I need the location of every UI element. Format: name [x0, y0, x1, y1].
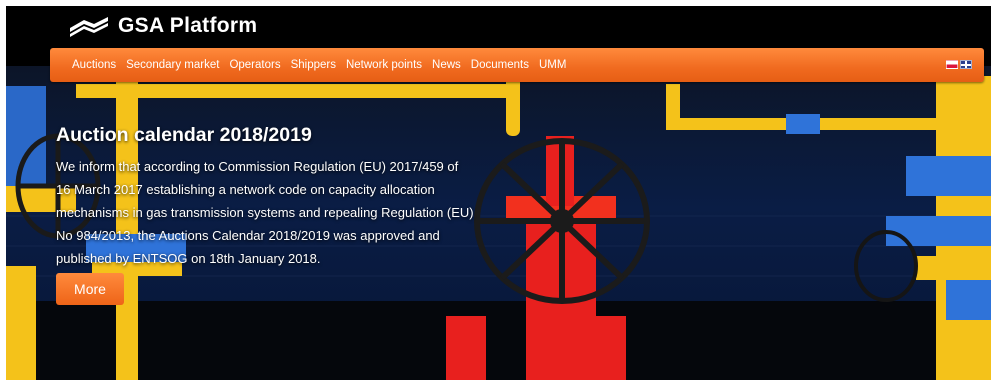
- hero-description-line: published by ENTSOG on 18th January 2018…: [56, 251, 321, 266]
- top-header: GSA Platform: [6, 6, 991, 50]
- more-button[interactable]: More: [56, 273, 124, 305]
- nav-item-news[interactable]: News: [432, 59, 461, 71]
- nav-item-network-points[interactable]: Network points: [346, 59, 422, 71]
- language-switcher: [946, 60, 972, 69]
- page-frame: GSA Platform Auction calendar 2018/2019 …: [6, 6, 991, 380]
- brand-logo[interactable]: GSA Platform: [68, 14, 257, 38]
- main-navigation: Auctions Secondary market Operators Ship…: [50, 48, 984, 82]
- hero-banner: Auction calendar 2018/2019 We inform tha…: [6, 66, 991, 380]
- brand-name: GSA Platform: [118, 14, 258, 37]
- nav-item-secondary-market[interactable]: Secondary market: [126, 59, 219, 71]
- nav-item-umm[interactable]: UMM: [539, 59, 566, 71]
- en-flag-icon[interactable]: [960, 60, 972, 69]
- pl-flag-icon[interactable]: [946, 60, 958, 69]
- nav-item-documents[interactable]: Documents: [471, 59, 529, 71]
- nav-item-shippers[interactable]: Shippers: [291, 59, 336, 71]
- hero-title: Auction calendar 2018/2019: [56, 124, 312, 146]
- hero-description-line: 16 March 2017 establishing a network cod…: [56, 182, 435, 197]
- gsa-logo-icon: [70, 17, 108, 37]
- nav-item-auctions[interactable]: Auctions: [72, 59, 116, 71]
- nav-item-operators[interactable]: Operators: [229, 59, 280, 71]
- hero-description-line: No 984/2013, the Auctions Calendar 2018/…: [56, 228, 440, 243]
- nav-menu: Auctions Secondary market Operators Ship…: [72, 48, 566, 82]
- hero-description-line: We inform that according to Commission R…: [56, 159, 459, 174]
- hero-content: Auction calendar 2018/2019 We inform tha…: [56, 124, 516, 270]
- hero-description: We inform that according to Commission R…: [56, 155, 516, 270]
- hero-description-line: mechanisms in gas transmission systems a…: [56, 205, 474, 220]
